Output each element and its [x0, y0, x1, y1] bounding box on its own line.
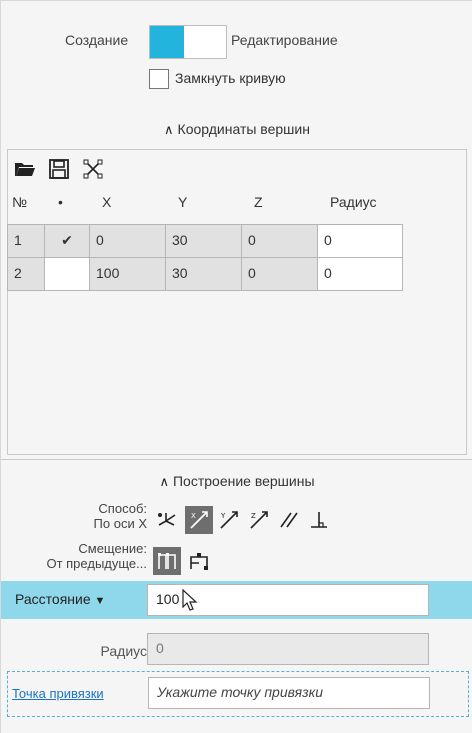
coords-section-title: Координаты вершин	[177, 121, 310, 137]
vertex-table: № • X Y Z Радиус 1 ✔ 0 30 0 0 2 100 30 0…	[7, 149, 467, 455]
cell-x[interactable]: 0	[89, 224, 166, 258]
svg-text:Z: Z	[251, 512, 256, 520]
mouse-cursor-icon	[182, 589, 198, 611]
chevron-down-icon: ▼	[94, 595, 106, 607]
method-label-group: Способ: По оси X	[41, 501, 147, 531]
collapse-caret-icon: ∧	[159, 474, 169, 489]
svg-text:X: X	[191, 512, 196, 520]
snap-point-group: Точка привязки Укажите точку привязки	[7, 671, 469, 717]
build-section-title: Построение вершины	[172, 473, 315, 489]
distance-input[interactable]: 100	[147, 584, 429, 616]
offset-label: Смещение:	[78, 541, 147, 556]
radius-input: 0	[147, 633, 429, 665]
distance-value: 100	[156, 591, 180, 607]
svg-text:Y: Y	[220, 512, 226, 520]
along-x-axis-icon[interactable]: X	[185, 506, 213, 534]
distance-label: Расстояние	[15, 591, 91, 607]
cell-radius[interactable]: 0	[317, 257, 403, 291]
offset-label-group: Смещение: От предыдуще...	[1, 541, 147, 571]
cell-radius[interactable]: 0	[317, 224, 403, 258]
save-icon[interactable]	[48, 158, 74, 184]
snap-point-link[interactable]: Точка привязки	[12, 686, 104, 701]
distance-row: Расстояние ▼ 100	[1, 581, 472, 619]
row-mark[interactable]	[44, 257, 90, 291]
col-number: №	[12, 194, 28, 210]
col-mark: •	[58, 194, 63, 210]
folder-open-icon[interactable]	[14, 158, 40, 184]
polyline-properties-panel: Создание Редактирование Замкнуть кривую …	[0, 0, 472, 733]
along-y-axis-icon[interactable]: Y	[215, 506, 243, 534]
parallel-icon[interactable]	[275, 506, 303, 534]
col-x: X	[102, 194, 112, 210]
cell-x[interactable]: 100	[89, 257, 166, 291]
tangent-points-icon[interactable]	[82, 158, 108, 184]
offset-from-point-icon[interactable]	[185, 547, 213, 575]
row-number: 1	[7, 224, 45, 258]
method-label: Способ:	[98, 501, 147, 516]
collapse-caret-icon: ∧	[164, 122, 174, 137]
cell-z[interactable]: 0	[241, 257, 318, 291]
mode-toggle-switch[interactable]	[149, 25, 227, 59]
method-value: По оси X	[93, 516, 147, 531]
col-radius: Радиус	[330, 194, 377, 210]
offset-value: От предыдуще...	[46, 556, 147, 571]
cell-y[interactable]: 30	[165, 257, 242, 291]
radius-label: Радиус	[100, 643, 148, 659]
close-curve-checkbox[interactable]	[149, 69, 169, 89]
row-number: 2	[7, 257, 45, 291]
table-row[interactable]: 1 ✔ 0 30 0 0	[7, 224, 403, 258]
cell-y[interactable]: 30	[165, 224, 242, 258]
table-row[interactable]: 2 100 30 0 0	[7, 257, 403, 291]
snap-point-input[interactable]: Укажите точку привязки	[148, 677, 430, 709]
distance-dropdown[interactable]: Расстояние ▼	[15, 591, 105, 607]
mode-edit-label: Редактирование	[231, 32, 338, 48]
axis-free-icon[interactable]	[153, 506, 181, 534]
mode-toggle-row: Создание Редактирование	[1, 25, 472, 59]
along-z-axis-icon[interactable]: Z	[245, 506, 273, 534]
table-header: № • X Y Z Радиус	[8, 194, 408, 216]
coords-section-header[interactable]: ∧ Координаты вершин	[1, 121, 472, 138]
section-divider	[1, 459, 472, 460]
offset-from-previous-icon[interactable]	[153, 547, 181, 575]
col-z: Z	[254, 194, 263, 210]
perpendicular-icon[interactable]	[305, 506, 333, 534]
col-y: Y	[178, 194, 188, 210]
mode-create-label: Создание	[65, 32, 129, 48]
build-section-header[interactable]: ∧ Построение вершины	[1, 473, 472, 490]
row-mark[interactable]: ✔	[44, 224, 90, 258]
cell-z[interactable]: 0	[241, 224, 318, 258]
toggle-knob	[150, 26, 184, 58]
close-curve-label: Замкнуть кривую	[175, 70, 286, 86]
